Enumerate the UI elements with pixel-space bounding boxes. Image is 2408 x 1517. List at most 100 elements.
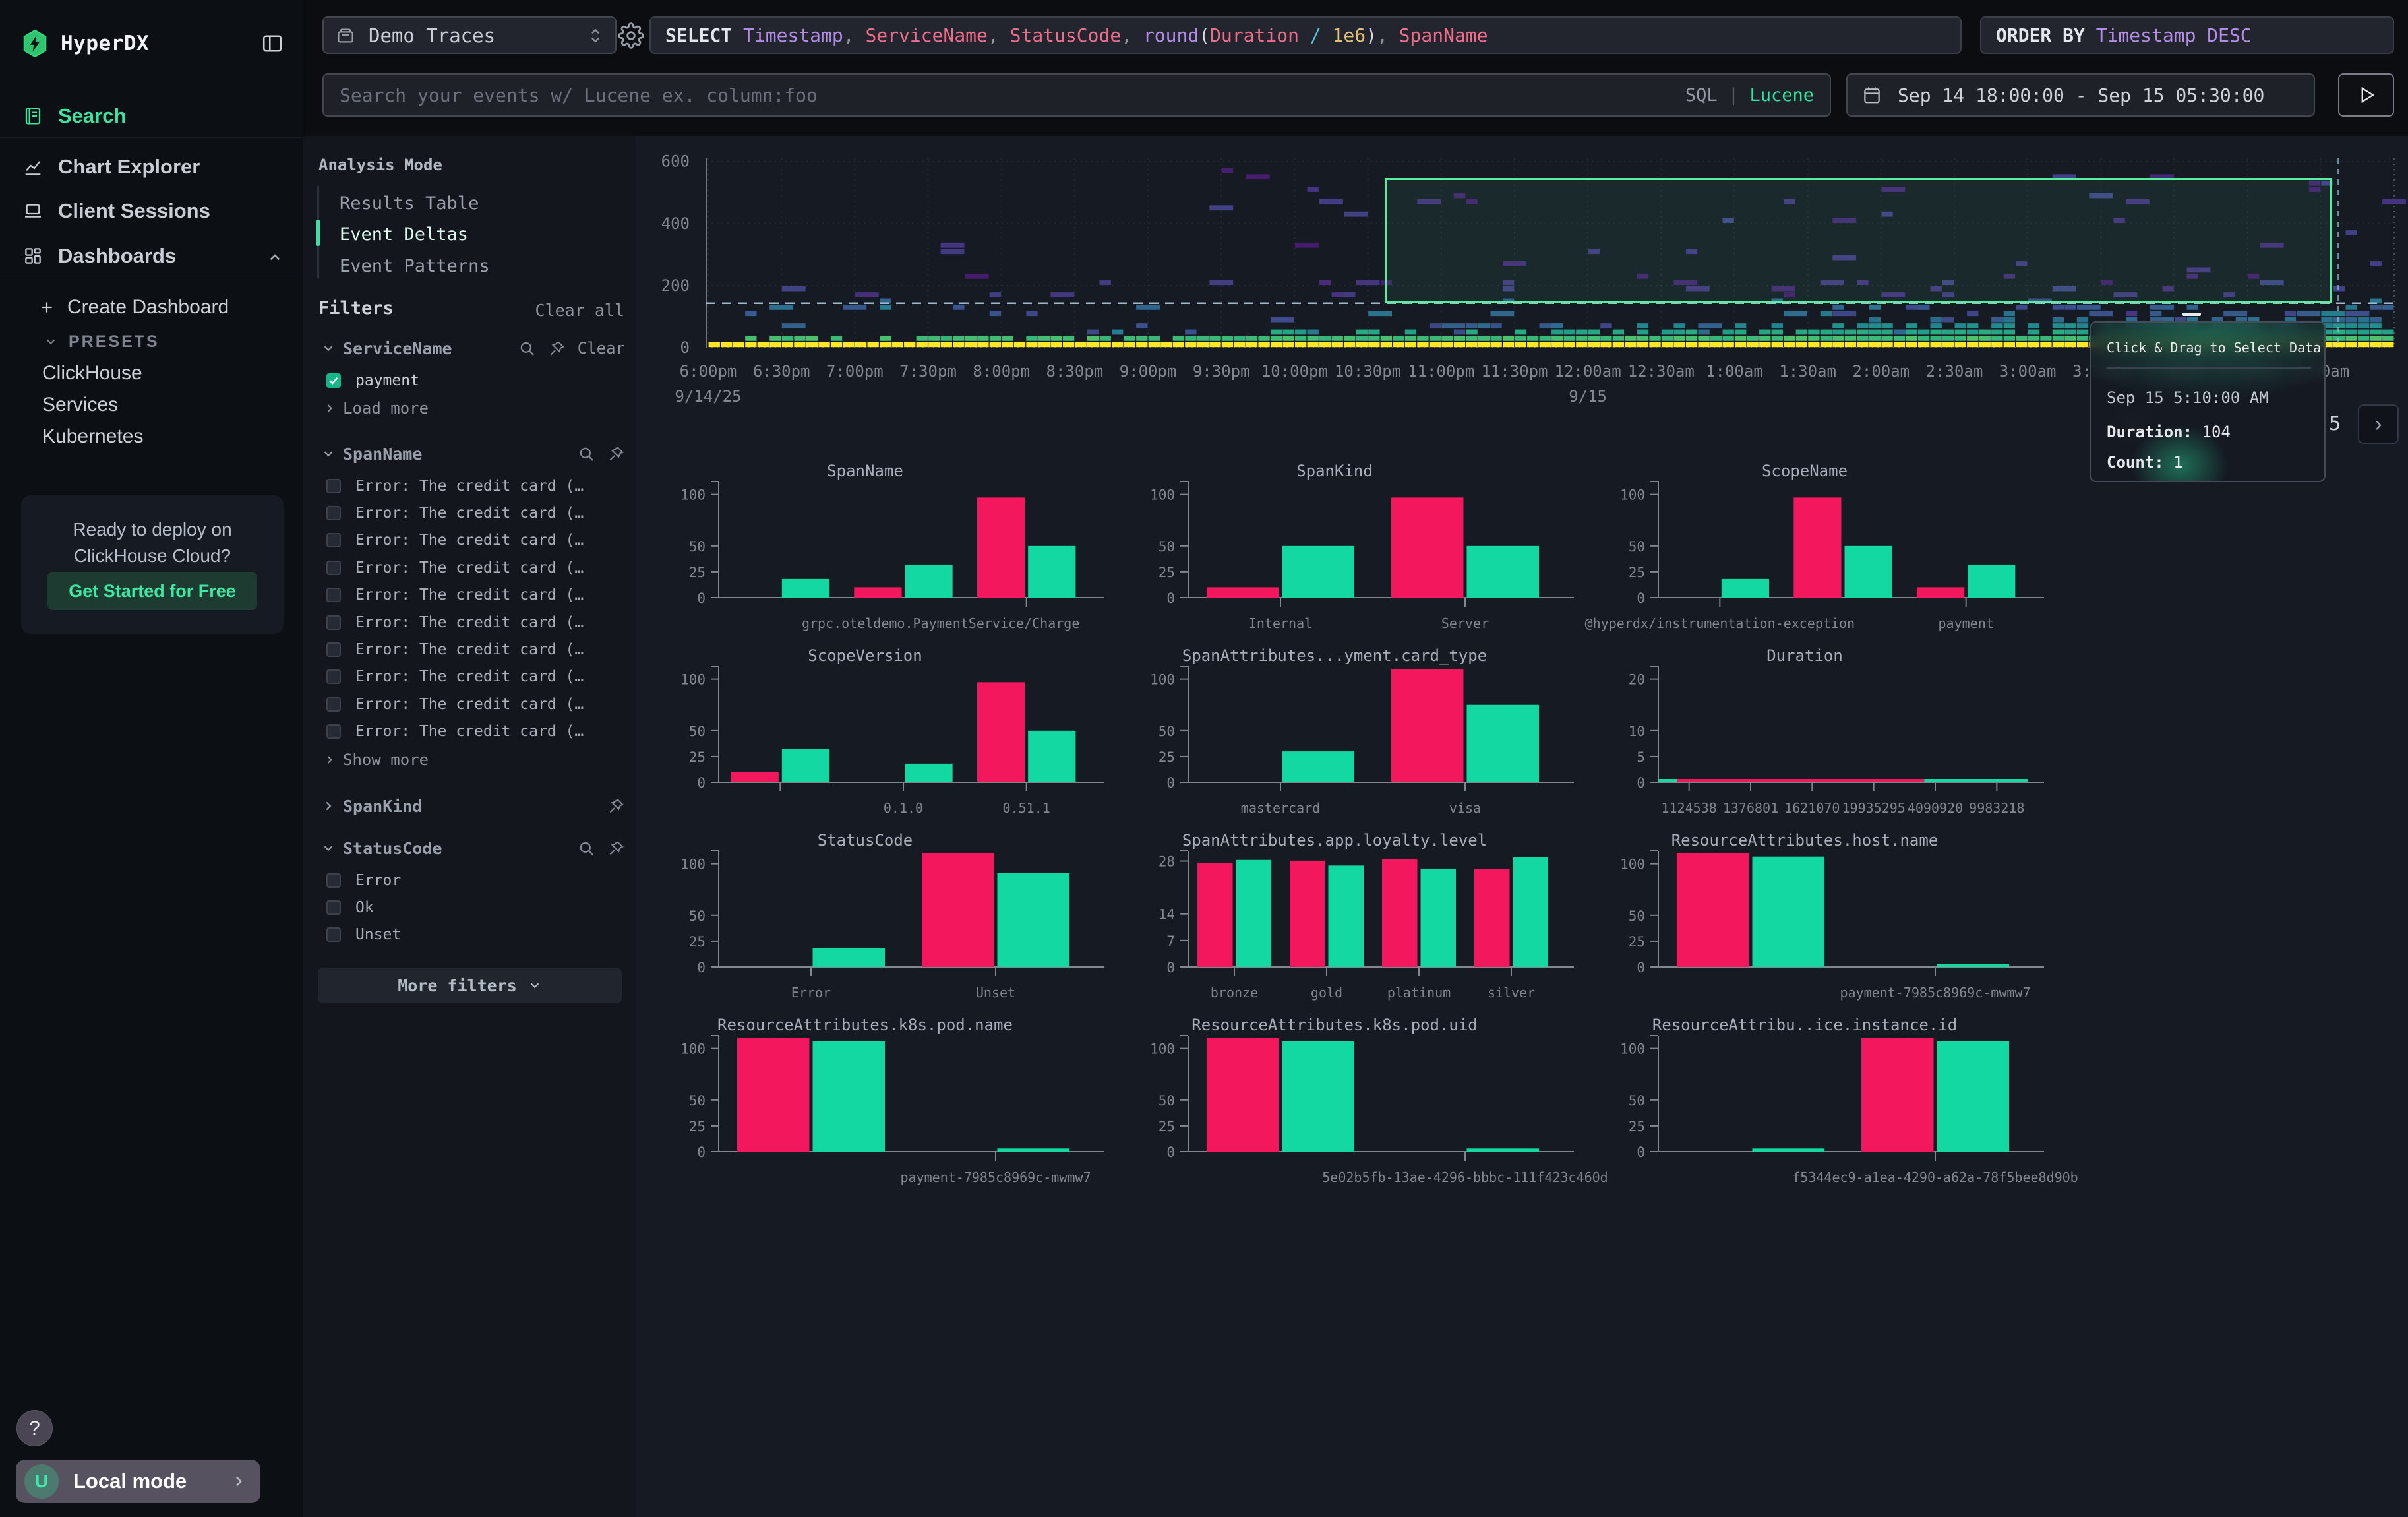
analysis-option-results-table[interactable]: Results Table	[340, 193, 479, 214]
sidebar-item-chart-explorer[interactable]: Chart Explorer	[0, 146, 303, 187]
sidebar-item-presets[interactable]: PRESETS	[0, 326, 303, 357]
filter-option-error-the-credit-card-[interactable]: Error: The credit card (…	[303, 582, 636, 609]
checkbox-unchecked[interactable]	[326, 533, 341, 547]
time-range-picker[interactable]: Sep 14 18:00:00 - Sep 15 05:30:00	[1846, 73, 2315, 117]
checkbox-unchecked[interactable]	[326, 669, 341, 684]
help-button[interactable]: ?	[16, 1410, 53, 1446]
filter-option-error[interactable]: Error	[303, 867, 636, 894]
sql-token: StatusCode	[1010, 24, 1122, 46]
source-icon	[336, 26, 355, 46]
hyperdx-logo-icon	[20, 28, 50, 59]
filter-option-error-the-credit-card-[interactable]: Error: The credit card (…	[303, 609, 636, 636]
filter-option-label: Error: The credit card (…	[355, 696, 584, 713]
analysis-option-event-deltas[interactable]: Event Deltas	[340, 224, 468, 245]
promo-line2: ClickHouse Cloud?	[21, 545, 284, 567]
checkbox-checked[interactable]	[326, 373, 341, 388]
sql-token: ,	[1377, 24, 1399, 46]
mode-sql[interactable]: SQL	[1685, 85, 1718, 106]
avatar: U	[24, 1464, 59, 1499]
prev-page-button[interactable]: ‹	[2112, 404, 2153, 444]
filter-group-name: SpanName	[343, 445, 422, 464]
filter-option-error-the-credit-card-[interactable]: Error: The credit card (…	[303, 472, 636, 499]
filter-option-payment[interactable]: payment	[303, 367, 636, 394]
sidebar-item-clickhouse[interactable]: ClickHouse	[0, 358, 303, 388]
filter-option-error-the-credit-card-[interactable]: Error: The credit card (…	[303, 499, 636, 526]
sql-select-bar[interactable]: SELECT Timestamp, ServiceName, StatusCod…	[649, 16, 1962, 54]
show-more-button[interactable]: Show more	[323, 751, 429, 769]
pin-icon[interactable]	[607, 840, 625, 857]
checkbox-unchecked[interactable]	[326, 479, 341, 493]
pin-icon[interactable]	[607, 797, 625, 815]
filter-option-error-the-credit-card-[interactable]: Error: The credit card (…	[303, 691, 636, 718]
chevron-down-icon	[321, 341, 336, 356]
clear-all-filters[interactable]: Clear all	[535, 301, 624, 320]
filter-option-error-the-credit-card-[interactable]: Error: The credit card (…	[303, 527, 636, 554]
filter-option-ok[interactable]: Ok	[303, 894, 636, 921]
play-icon	[2357, 85, 2376, 105]
pin-icon[interactable]	[548, 340, 566, 357]
chevron-right-icon	[323, 402, 336, 415]
search-icon[interactable]	[518, 340, 536, 357]
source-settings-button[interactable]	[614, 20, 648, 51]
filter-group-spanname[interactable]: SpanName	[303, 439, 636, 468]
collapse-sidebar-icon[interactable]	[260, 32, 284, 55]
plus-icon	[38, 299, 55, 316]
user-menu[interactable]: U Local mode	[16, 1460, 260, 1503]
run-query-button[interactable]	[2338, 73, 2394, 117]
checkbox-unchecked[interactable]	[326, 900, 341, 915]
filter-group-icons	[607, 797, 625, 815]
next-page-icon: ›	[2374, 412, 2382, 437]
filter-option-label: payment	[355, 372, 419, 389]
source-select[interactable]: Demo Traces	[322, 16, 617, 54]
checkbox-unchecked[interactable]	[326, 697, 341, 712]
analysis-option-event-patterns[interactable]: Event Patterns	[340, 256, 490, 276]
more-filters-button[interactable]: More filters	[318, 968, 622, 1003]
pin-icon[interactable]	[607, 445, 625, 463]
next-page-button[interactable]: ›	[2358, 404, 2399, 444]
filter-option-unset[interactable]: Unset	[303, 921, 636, 948]
filter-group-servicename[interactable]: ServiceName Clear	[303, 334, 636, 363]
mode-lucene[interactable]: Lucene	[1749, 85, 1814, 106]
checkbox-unchecked[interactable]	[326, 873, 341, 888]
load-more-button[interactable]: Load more	[323, 399, 429, 418]
filter-group-clear[interactable]: Clear	[578, 339, 625, 357]
sidebar-item-search[interactable]: Search	[0, 96, 303, 137]
filter-group-name: StatusCode	[343, 839, 442, 858]
checkbox-unchecked[interactable]	[326, 927, 341, 942]
grid-icon	[22, 245, 44, 266]
sql-token: /	[1299, 24, 1333, 46]
user-mode-label: Local mode	[73, 1470, 187, 1493]
select-chevrons-icon	[587, 26, 603, 46]
checkbox-unchecked[interactable]	[326, 724, 341, 739]
sidebar-item-client-sessions[interactable]: Client Sessions	[0, 191, 303, 232]
search-input[interactable]	[340, 84, 1685, 106]
checkbox-unchecked[interactable]	[326, 615, 341, 630]
checkbox-unchecked[interactable]	[326, 561, 341, 575]
filter-group-statuscode[interactable]: StatusCode	[303, 834, 636, 863]
sidebar-item-kubernetes[interactable]: Kubernetes	[0, 421, 303, 452]
search-icon[interactable]	[578, 840, 595, 857]
filter-option-error-the-credit-card-[interactable]: Error: The credit card (…	[303, 636, 636, 663]
order-by-bar[interactable]: ORDER BY Timestamp DESC	[1980, 16, 2394, 54]
get-started-button[interactable]: Get Started for Free	[47, 572, 257, 610]
logo-row: HyperDX	[20, 26, 284, 61]
sql-token: Timestamp	[743, 24, 843, 46]
order-by-value: Timestamp DESC	[2096, 24, 2252, 46]
filter-option-error-the-credit-card-[interactable]: Error: The credit card (…	[303, 554, 636, 581]
filter-option-error-the-credit-card-[interactable]: Error: The credit card (…	[303, 718, 636, 745]
sidebar-item-dashboards[interactable]: Dashboards	[0, 235, 303, 276]
sidebar-item-create-dashboard[interactable]: Create Dashboard	[0, 291, 303, 324]
checkbox-unchecked[interactable]	[326, 588, 341, 602]
search-icon[interactable]	[578, 445, 595, 463]
chevron-down-icon	[44, 334, 58, 349]
presets-label: PRESETS	[69, 332, 160, 352]
checkbox-unchecked[interactable]	[326, 506, 341, 520]
sidebar-item-services[interactable]: Services	[0, 390, 303, 420]
checkbox-unchecked[interactable]	[326, 642, 341, 657]
filter-option-label: Error: The credit card (…	[355, 614, 584, 631]
filter-group-name: ServiceName	[343, 339, 452, 358]
sidebar-divider	[0, 137, 303, 138]
filter-group-spankind[interactable]: SpanKind	[303, 791, 636, 820]
laptop-icon	[22, 201, 44, 222]
filter-option-error-the-credit-card-[interactable]: Error: The credit card (…	[303, 664, 636, 691]
